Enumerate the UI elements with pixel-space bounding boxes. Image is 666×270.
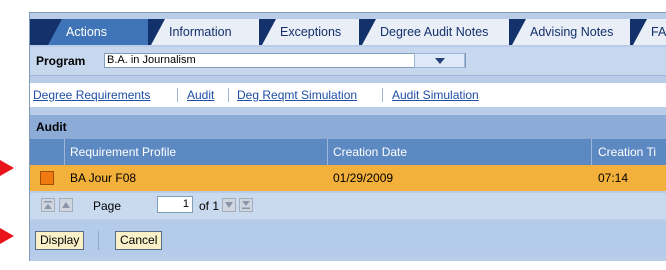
pager: Page 1 of 1 bbox=[30, 193, 666, 219]
column-header: Creation Date bbox=[333, 145, 408, 159]
column-divider bbox=[591, 139, 592, 165]
first-page-icon bbox=[44, 201, 52, 209]
previous-page-button[interactable] bbox=[59, 198, 73, 212]
table-row[interactable]: BA Jour F08 01/29/2009 07:14 bbox=[30, 165, 666, 191]
tab-degree-audit-notes[interactable]: Degree Audit Notes bbox=[362, 19, 509, 45]
pointer-arrow-icon bbox=[0, 228, 14, 244]
page-count-label: of 1 bbox=[199, 199, 220, 213]
audit-links: Degree Requirements Audit Deg Reqmt Simu… bbox=[30, 83, 666, 107]
column-header: Creation Ti bbox=[598, 145, 657, 159]
cancel-button[interactable]: Cancel bbox=[115, 231, 163, 250]
program-row: Program B.A. in Journalism bbox=[30, 47, 666, 76]
tab-bar: Actions Information Exceptions Degree Au… bbox=[30, 19, 666, 45]
divider bbox=[98, 231, 99, 250]
tab-label: Information bbox=[169, 25, 232, 39]
action-bar: Display Cancel bbox=[30, 221, 666, 255]
grid-header: Requirement Profile Creation Date Creati… bbox=[30, 139, 666, 165]
divider bbox=[177, 88, 178, 102]
section-title: Audit bbox=[30, 115, 666, 139]
tab-actions[interactable]: Actions bbox=[48, 19, 148, 45]
link-degree-requirements[interactable]: Degree Requirements bbox=[33, 88, 150, 102]
tab-information[interactable]: Information bbox=[151, 19, 259, 45]
tab-label: Degree Audit Notes bbox=[380, 25, 489, 39]
dropdown-button[interactable] bbox=[414, 53, 465, 68]
link-audit-simulation[interactable]: Audit Simulation bbox=[392, 88, 479, 102]
tab-label: Exceptions bbox=[280, 25, 342, 39]
row-selector[interactable] bbox=[40, 171, 54, 185]
next-page-button[interactable] bbox=[222, 198, 236, 212]
chevron-down-icon bbox=[435, 58, 445, 64]
next-page-icon bbox=[225, 202, 233, 208]
link-audit[interactable]: Audit bbox=[187, 88, 214, 102]
last-page-button[interactable] bbox=[239, 198, 253, 212]
first-page-button[interactable] bbox=[41, 198, 55, 212]
tab-label: Actions bbox=[66, 25, 107, 39]
program-label: Program bbox=[36, 54, 86, 68]
display-button[interactable]: Display bbox=[35, 231, 85, 250]
page-number-input[interactable]: 1 bbox=[157, 196, 193, 213]
divider bbox=[382, 88, 383, 102]
link-deg-reqmt-simulation[interactable]: Deg Reqmt Simulation bbox=[237, 88, 357, 102]
cell-creation-time: 07:14 bbox=[598, 171, 629, 185]
divider bbox=[228, 88, 229, 102]
column-divider bbox=[64, 139, 65, 165]
tab-label: Advising Notes bbox=[530, 25, 614, 39]
tab-advising-notes[interactable]: Advising Notes bbox=[512, 19, 630, 45]
tab-label: FAQ bbox=[651, 25, 666, 39]
tab-exceptions[interactable]: Exceptions bbox=[262, 19, 359, 45]
page-label: Page bbox=[93, 199, 122, 213]
pointer-arrow-icon bbox=[0, 160, 14, 176]
last-page-icon bbox=[242, 201, 250, 209]
previous-page-icon bbox=[62, 202, 70, 208]
column-header: Requirement Profile bbox=[70, 145, 177, 159]
audit-panel: Actions Information Exceptions Degree Au… bbox=[29, 12, 666, 261]
column-divider bbox=[327, 139, 328, 165]
tab-faq[interactable]: FAQ bbox=[633, 19, 666, 45]
cell-creation-date: 01/29/2009 bbox=[333, 171, 394, 185]
cell-profile: BA Jour F08 bbox=[70, 171, 137, 185]
program-select[interactable]: B.A. in Journalism bbox=[104, 53, 466, 68]
